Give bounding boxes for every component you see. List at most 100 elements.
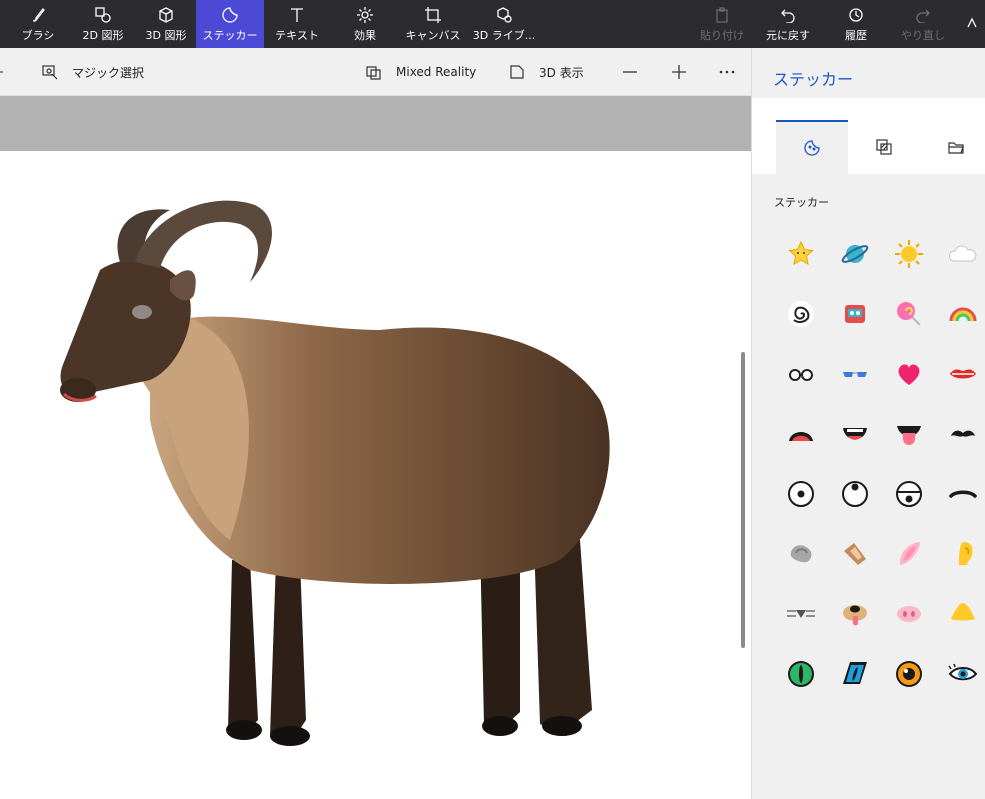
3d-view-label: 3D 表示 bbox=[539, 65, 584, 80]
effects-tool[interactable]: 効果 bbox=[330, 0, 400, 48]
mixed-reality-label: Mixed Reality bbox=[396, 65, 477, 79]
sticker-nose-pig[interactable] bbox=[882, 584, 936, 644]
sticker-heart[interactable] bbox=[882, 344, 936, 404]
tool-label: ステッカー bbox=[202, 29, 258, 42]
tongue-icon bbox=[897, 426, 921, 445]
sticker-ear-gray[interactable] bbox=[774, 524, 828, 584]
canvas-scrollbar[interactable] bbox=[741, 352, 745, 648]
tool-label: 3D ライブ... bbox=[472, 29, 536, 42]
redo-button[interactable]: やり直し bbox=[888, 0, 958, 48]
tool-label: 2D 図形 bbox=[82, 29, 124, 42]
sticker-tool[interactable]: ステッカー bbox=[196, 0, 264, 48]
sticker-glasses[interactable] bbox=[774, 344, 828, 404]
canvas-tool[interactable]: キャンバス bbox=[400, 0, 466, 48]
tool-label: 3D 図形 bbox=[145, 29, 187, 42]
sticker-sun[interactable] bbox=[882, 224, 936, 284]
ear-gray-icon bbox=[790, 545, 812, 563]
sticker-sunglasses[interactable] bbox=[828, 344, 882, 404]
sticker-mouth-smile[interactable] bbox=[828, 404, 882, 464]
undo-button[interactable]: 元に戻す bbox=[752, 0, 824, 48]
tab-textures[interactable] bbox=[848, 120, 920, 174]
action-label: 元に戻す bbox=[766, 29, 810, 42]
3d-view-button[interactable]: 3D 表示 bbox=[509, 48, 584, 96]
2d-shapes-icon bbox=[94, 5, 112, 25]
texture-tab-icon bbox=[876, 139, 892, 155]
nose-beak-icon bbox=[951, 603, 975, 621]
magic-select-icon bbox=[42, 65, 58, 80]
planet-icon bbox=[841, 245, 869, 263]
sticker-cloud[interactable] bbox=[936, 224, 985, 284]
sticker-ear-yellow[interactable] bbox=[936, 524, 985, 584]
star-icon bbox=[788, 240, 814, 265]
panel-title: ステッカー bbox=[773, 70, 854, 89]
sticker-mustache[interactable] bbox=[936, 404, 985, 464]
ear-dog-icon bbox=[844, 543, 866, 565]
sticker-spiral[interactable] bbox=[774, 284, 828, 344]
stickers-section-label: ステッカー bbox=[774, 196, 829, 209]
sticker-icon bbox=[221, 5, 239, 25]
sticker-eye-green[interactable] bbox=[774, 644, 828, 704]
sticker-nose-beak[interactable] bbox=[936, 584, 985, 644]
magic-select-button[interactable]: マジック選択 bbox=[42, 48, 144, 96]
sticker-lips[interactable] bbox=[936, 344, 985, 404]
action-label: 貼り付け bbox=[700, 29, 744, 42]
sticker-eye-up[interactable] bbox=[828, 464, 882, 524]
more-icon bbox=[719, 70, 735, 74]
sticker-rainbow[interactable] bbox=[936, 284, 985, 344]
3d-library-tool[interactable]: 3D ライブ... bbox=[466, 0, 542, 48]
sticker-star[interactable] bbox=[774, 224, 828, 284]
text-tool[interactable]: テキスト bbox=[264, 0, 330, 48]
mixed-reality-button[interactable]: Mixed Reality bbox=[366, 48, 476, 96]
sticker-nose-whiskers[interactable] bbox=[774, 584, 828, 644]
sun-icon bbox=[895, 240, 923, 268]
sticker-eye-blue[interactable] bbox=[828, 644, 882, 704]
sticker-eye-down[interactable] bbox=[882, 464, 936, 524]
magic-select-label: マジック選択 bbox=[72, 65, 145, 80]
3d-shapes-tool[interactable]: 3D 図形 bbox=[136, 0, 196, 48]
history-button[interactable]: 履歴 bbox=[824, 0, 888, 48]
tab-folder[interactable] bbox=[920, 120, 985, 174]
tool-label: 効果 bbox=[354, 29, 376, 42]
paste-button[interactable]: 貼り付け bbox=[692, 0, 752, 48]
mixed-reality-icon bbox=[366, 66, 381, 80]
more-options-button[interactable] bbox=[718, 48, 750, 96]
sticker-eye-center[interactable] bbox=[774, 464, 828, 524]
sticker-ear-dog[interactable] bbox=[828, 524, 882, 584]
sticker-tongue[interactable] bbox=[882, 404, 936, 464]
goat-3d-model[interactable] bbox=[0, 151, 751, 799]
folder-tab-icon bbox=[948, 142, 964, 154]
lollipop-icon bbox=[897, 302, 921, 326]
tab-stickers[interactable] bbox=[776, 120, 848, 174]
zoom-out-button[interactable] bbox=[622, 48, 652, 96]
zoom-in-button[interactable] bbox=[671, 48, 701, 96]
cloud-icon bbox=[948, 245, 977, 262]
workspace-background bbox=[0, 96, 751, 151]
history-icon bbox=[848, 5, 864, 25]
sticker-eye-lash[interactable] bbox=[936, 644, 985, 704]
sticker-lollipop[interactable] bbox=[882, 284, 936, 344]
secondary-toolbar: マジック選択 Mixed Reality 3D 表示 bbox=[0, 48, 751, 96]
sticker-planet[interactable] bbox=[828, 224, 882, 284]
sunglasses-icon bbox=[843, 372, 867, 377]
drawing-canvas[interactable] bbox=[0, 151, 751, 799]
sticker-mouth-frown[interactable] bbox=[774, 404, 828, 464]
sticker-ear-pink[interactable] bbox=[882, 524, 936, 584]
eye-down-icon bbox=[896, 481, 922, 507]
action-label: やり直し bbox=[901, 29, 945, 42]
action-label: 履歴 bbox=[845, 29, 867, 42]
tool-label: キャンバス bbox=[405, 29, 461, 42]
brush-tool[interactable]: ブラシ bbox=[14, 0, 62, 48]
sticker-robot[interactable] bbox=[828, 284, 882, 344]
tool-label: テキスト bbox=[275, 29, 319, 42]
spiral-icon bbox=[788, 301, 814, 327]
nose-whiskers-icon bbox=[787, 610, 815, 618]
sticker-eyebrow[interactable] bbox=[936, 464, 985, 524]
2d-shapes-tool[interactable]: 2D 図形 bbox=[70, 0, 136, 48]
tool-label: ブラシ bbox=[21, 29, 55, 42]
sticker-eye-orange[interactable] bbox=[882, 644, 936, 704]
more-tools-button[interactable] bbox=[958, 0, 985, 48]
sticker-panel: ステッカー ステッカー bbox=[751, 48, 985, 799]
eye-up-icon bbox=[842, 481, 868, 507]
sticker-nose-dog[interactable] bbox=[828, 584, 882, 644]
